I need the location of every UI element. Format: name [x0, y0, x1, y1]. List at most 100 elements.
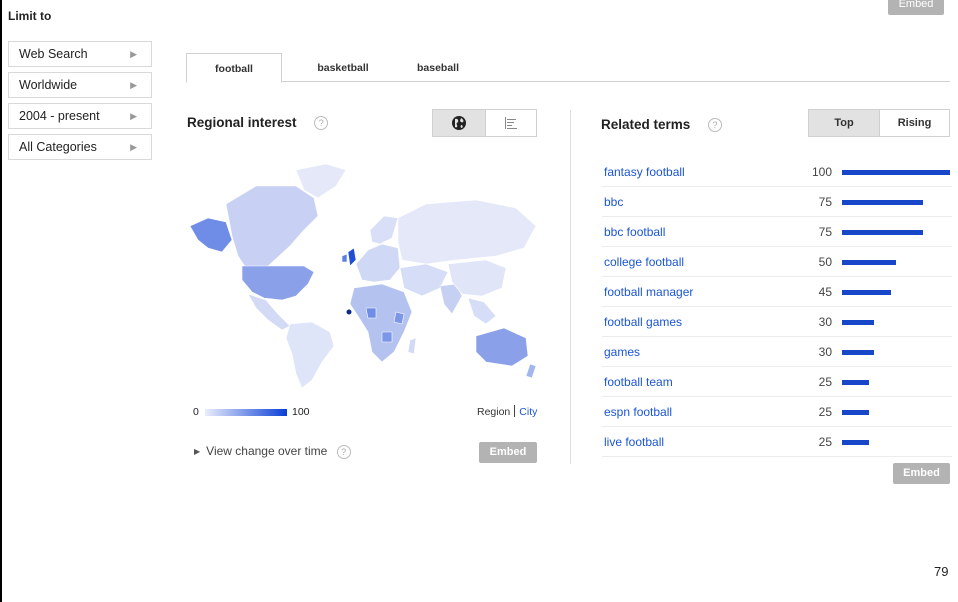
related-term-link[interactable]: football manager	[604, 285, 693, 299]
page-border	[0, 0, 2, 602]
related-term-value: 30	[818, 345, 832, 359]
related-term-bar	[842, 230, 923, 235]
city-link[interactable]: City	[519, 406, 537, 418]
related-terms-title: Related terms	[601, 117, 691, 132]
top-toggle-button[interactable]: Top	[809, 110, 880, 136]
related-term-value: 75	[818, 225, 832, 239]
help-icon[interactable]: ?	[336, 444, 351, 459]
embed-button-map[interactable]: Embed	[479, 442, 537, 463]
related-term-link[interactable]: bbc football	[604, 225, 665, 239]
related-term-link[interactable]: college football	[604, 255, 684, 269]
related-term-bar	[842, 290, 891, 295]
related-term-value: 25	[818, 405, 832, 419]
related-term-row: games 30	[602, 337, 952, 367]
related-term-row: fantasy football 100	[602, 157, 952, 187]
map-region-canada	[225, 185, 319, 269]
filter-label: All Categories	[19, 140, 97, 154]
filters-panel: Web Search ▶ Worldwide ▶ 2004 - present …	[8, 41, 152, 165]
filter-search-type[interactable]: Web Search ▶	[8, 41, 152, 67]
help-icon[interactable]: ?	[708, 118, 723, 133]
related-term-link[interactable]: football games	[604, 315, 682, 329]
rising-toggle-button[interactable]: Rising	[880, 110, 949, 136]
related-term-link[interactable]: fantasy football	[604, 165, 685, 179]
map-region-uk	[347, 247, 357, 267]
legend-gradient	[205, 409, 287, 416]
filter-label: 2004 - present	[19, 109, 100, 123]
map-region-europe	[355, 243, 401, 283]
related-term-bar	[842, 170, 950, 175]
region-city-switch: Region City	[477, 405, 537, 418]
filter-label: Worldwide	[19, 78, 78, 92]
map-region-usa	[241, 265, 315, 301]
list-view-button[interactable]	[486, 110, 536, 136]
map-region-madagascar	[407, 337, 417, 355]
related-terms-toggle: Top Rising	[808, 109, 950, 137]
related-term-row: bbc football 75	[602, 217, 952, 247]
related-term-link[interactable]: football team	[604, 375, 673, 389]
related-term-link[interactable]: live football	[604, 435, 664, 449]
related-term-bar	[842, 200, 923, 205]
related-term-value: 50	[818, 255, 832, 269]
filter-location[interactable]: Worldwide ▶	[8, 72, 152, 98]
chevron-right-icon: ▶	[130, 142, 137, 152]
related-term-bar	[842, 410, 869, 415]
map-region-africa	[349, 283, 413, 363]
related-term-bar	[842, 380, 869, 385]
regional-interest-title: Regional interest	[187, 115, 297, 130]
filter-time-range[interactable]: 2004 - present ▶	[8, 103, 152, 129]
map-region-australia	[475, 327, 529, 367]
expand-arrow-icon: ▶	[194, 447, 201, 456]
view-change-over-time[interactable]: ▶ View change over time ?	[194, 444, 351, 459]
related-term-value: 100	[811, 165, 832, 179]
map-region-se-asia	[467, 297, 497, 325]
related-term-value: 45	[818, 285, 832, 299]
related-term-link[interactable]: espn football	[604, 405, 672, 419]
related-term-value: 75	[818, 195, 832, 209]
legend-min-label: 0	[193, 406, 199, 418]
related-term-row: live football 25	[602, 427, 952, 457]
related-terms-heading: Related terms ?	[601, 117, 723, 133]
map-region-zambia	[381, 331, 393, 343]
globe-view-button[interactable]	[433, 110, 486, 136]
region-option[interactable]: Region	[477, 406, 510, 418]
filter-category[interactable]: All Categories ▶	[8, 134, 152, 160]
embed-button-terms[interactable]: Embed	[893, 463, 950, 484]
related-term-bar	[842, 260, 896, 265]
related-term-bar	[842, 440, 869, 445]
related-term-row: bbc 75	[602, 187, 952, 217]
help-icon[interactable]: ?	[314, 116, 329, 131]
map-region-nigeria	[365, 307, 377, 319]
legend-max-label: 100	[292, 406, 310, 418]
tab-basketball[interactable]: basketball	[298, 53, 388, 82]
related-term-row: football games 30	[602, 307, 952, 337]
tab-football[interactable]: football	[186, 53, 282, 83]
related-term-row: football team 25	[602, 367, 952, 397]
related-term-row: espn football 25	[602, 397, 952, 427]
map-region-sierra-leone	[346, 309, 352, 315]
map-region-scandinavia	[369, 215, 399, 245]
related-term-link[interactable]: bbc	[604, 195, 623, 209]
globe-icon	[452, 116, 466, 130]
regional-interest-heading: Regional interest ?	[187, 115, 329, 131]
map-region-new-zealand	[525, 363, 537, 379]
tab-baseball[interactable]: baseball	[400, 53, 476, 82]
chevron-right-icon: ▶	[130, 111, 137, 121]
embed-button-top[interactable]: Embed	[888, 0, 944, 15]
related-term-value: 25	[818, 435, 832, 449]
related-term-link[interactable]: games	[604, 345, 640, 359]
map-region-ireland	[341, 253, 348, 263]
list-icon	[505, 117, 517, 129]
related-term-row: college football 50	[602, 247, 952, 277]
column-divider	[570, 110, 571, 464]
related-term-row: football manager 45	[602, 277, 952, 307]
filter-label: Web Search	[19, 47, 88, 61]
limit-to-title: Limit to	[8, 9, 52, 23]
map-region-middle-east	[399, 263, 449, 297]
map-region-alaska	[189, 217, 233, 253]
related-term-value: 25	[818, 375, 832, 389]
map-region-south-america	[285, 321, 335, 389]
world-map[interactable]	[186, 156, 540, 392]
map-view-toggle	[432, 109, 537, 137]
map-region-kenya	[393, 311, 405, 325]
chevron-right-icon: ▶	[130, 49, 137, 59]
